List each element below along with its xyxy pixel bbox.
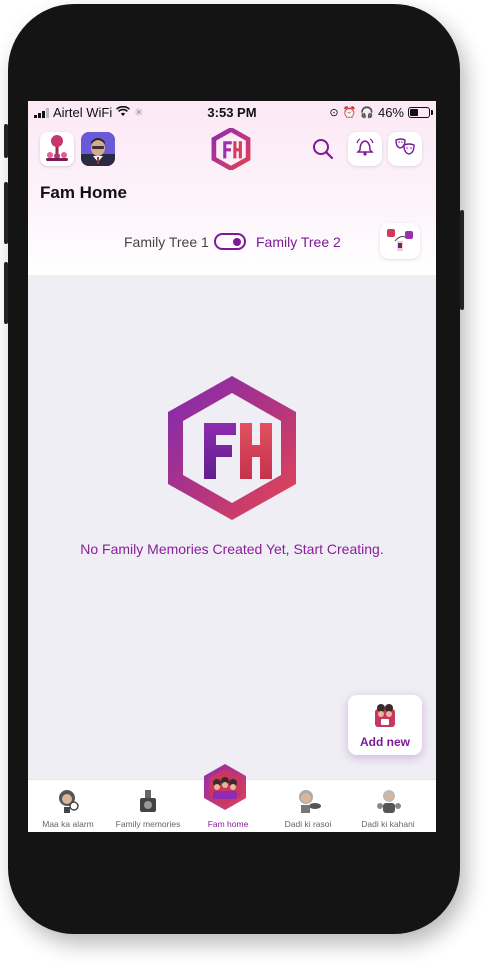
tab-label: Dadi ki kahani: [361, 819, 415, 829]
page-title: Fam Home: [40, 183, 127, 202]
family-tree-2-option[interactable]: Family Tree 2: [256, 234, 341, 250]
tab-label: Family memories: [115, 819, 181, 829]
headphones-icon: 🎧: [360, 107, 374, 119]
tab-dadi-ki-rasoi[interactable]: Dadi ki rasoi: [268, 780, 348, 832]
rotation-lock-icon: ⊙: [329, 107, 339, 119]
family-tree-switch: Family Tree 1 Family Tree 2: [28, 227, 436, 255]
search-icon[interactable]: [312, 138, 334, 160]
fam-logo-icon: [211, 126, 251, 172]
tab-label: Dadi ki rasoi: [284, 819, 332, 829]
family-tree-1-option[interactable]: Family Tree 1: [124, 234, 209, 250]
status-bar: Airtel WiFi ✳ 3:53 PM ⊙ ⏰ 🎧 46%: [28, 101, 436, 123]
add-new-label: Add new: [360, 735, 410, 749]
fam-home-tab-icon[interactable]: [203, 763, 247, 811]
empty-state-message: No Family Memories Created Yet, Start Cr…: [80, 541, 384, 557]
cooking-icon: [296, 788, 321, 814]
family-tree-toggle[interactable]: [214, 233, 246, 250]
masks-button[interactable]: [388, 132, 422, 166]
masks-icon: [394, 137, 416, 162]
add-new-button[interactable]: Add new: [348, 695, 422, 755]
alarm-icon: ⏰: [342, 107, 357, 119]
add-memory-icon: [372, 701, 398, 736]
storyteller-icon: [376, 788, 401, 814]
battery-icon: [408, 107, 433, 118]
family-tree-button[interactable]: [380, 223, 420, 259]
bell-icon: [355, 137, 375, 162]
radio-icon: [136, 788, 160, 814]
profile-avatar[interactable]: [81, 132, 115, 166]
family-tree-icon: [385, 225, 415, 258]
tab-family-memories[interactable]: Family memories: [108, 780, 188, 832]
tab-label: Fam home: [207, 819, 249, 829]
alarm-lady-icon: [56, 788, 80, 814]
notifications-button[interactable]: [348, 132, 382, 166]
battery-percent: 46%: [377, 105, 404, 120]
tab-maa-ka-alarm[interactable]: Maa ka alarm: [28, 780, 108, 832]
tab-dadi-ki-kahani[interactable]: Dadi ki kahani: [348, 780, 428, 832]
fam-home-logo: [164, 373, 300, 523]
tab-label: Maa ka alarm: [42, 819, 94, 829]
app-screen: Airtel WiFi ✳ 3:53 PM ⊙ ⏰ 🎧 46% Fam Home…: [28, 101, 436, 832]
family-avatar[interactable]: [40, 132, 74, 166]
